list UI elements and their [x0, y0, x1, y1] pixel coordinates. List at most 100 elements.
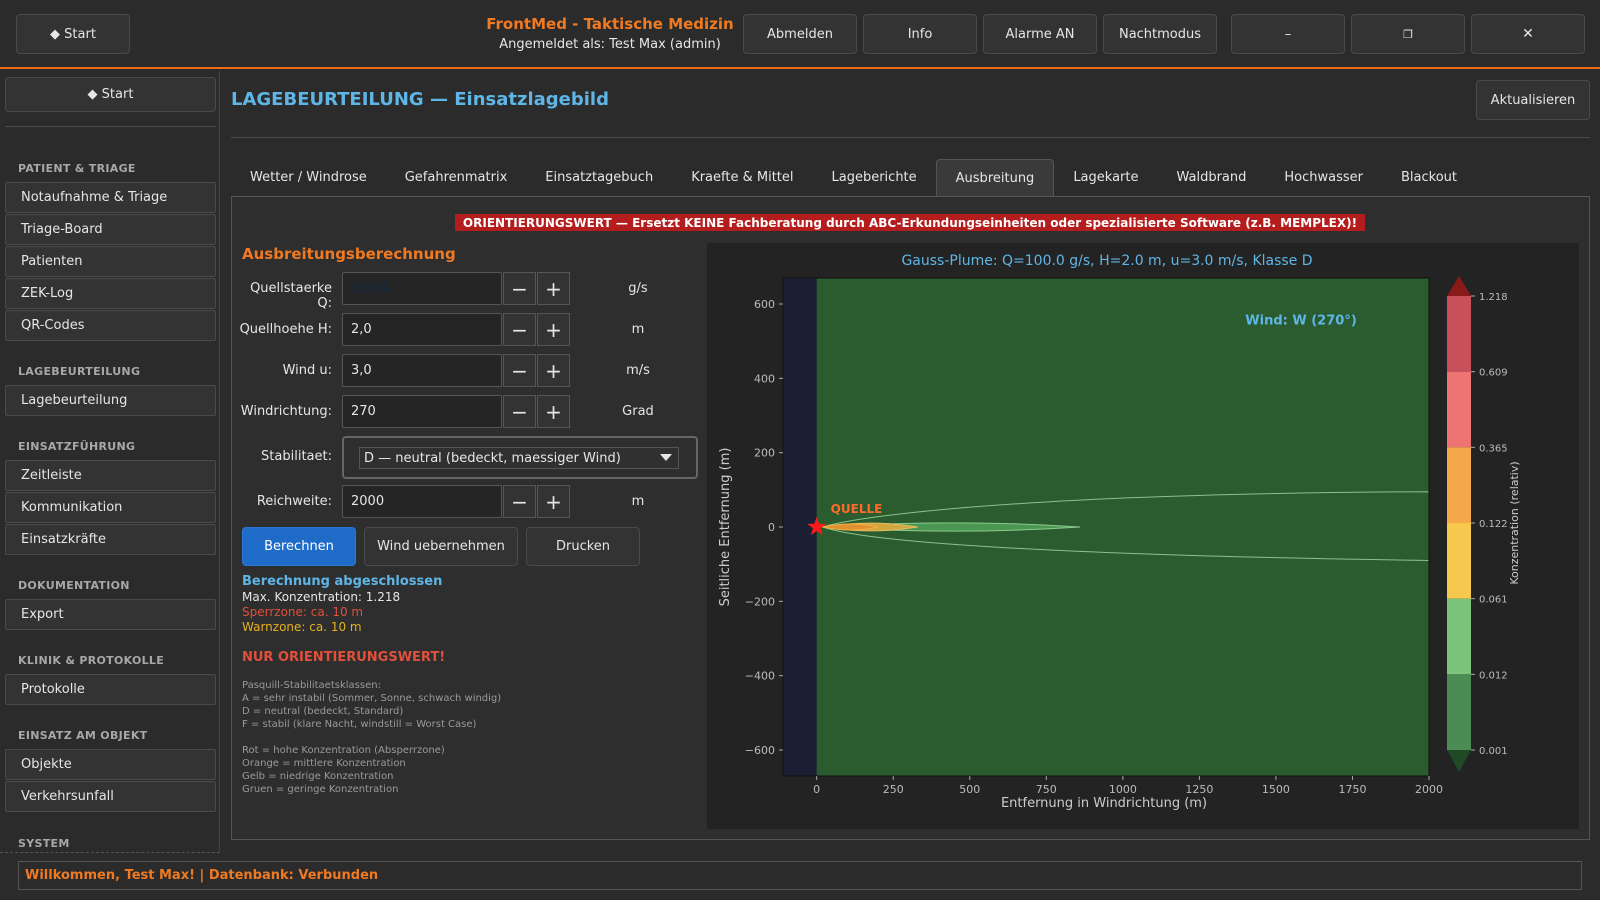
sidebar-item-patienten[interactable]: Patienten [5, 246, 216, 277]
source-strength-increment[interactable]: + [537, 272, 570, 305]
sidebar-divider [5, 126, 216, 127]
colorbar-bottom-arrow [1447, 750, 1471, 772]
range-unit: m [631, 494, 645, 509]
sidebar-item-zeitleiste[interactable]: Zeitleiste [5, 460, 216, 491]
sidebar-item-verkehrsunfall[interactable]: Verkehrsunfall [5, 781, 216, 812]
wind-speed-increment[interactable]: + [537, 354, 570, 387]
wind-direction-decrement[interactable]: − [503, 395, 536, 428]
calc-heading: Ausbreitungsberechnung [242, 245, 456, 263]
sidebar-item-einsatzkraefte[interactable]: Einsatzkräfte [5, 524, 216, 555]
y-tick-label: 600 [754, 298, 775, 311]
tab-waldbrand[interactable]: Waldbrand [1157, 159, 1265, 197]
sidebar-section-system: SYSTEM [18, 837, 70, 850]
tab-wetter[interactable]: Wetter / Windrose [231, 159, 386, 197]
source-strength-label: Quellstaerke Q: [250, 281, 332, 311]
night-mode-button[interactable]: Nachtmodus [1103, 14, 1217, 54]
tab-blackout[interactable]: Blackout [1382, 159, 1476, 197]
sidebar-section-klinik-protokolle: KLINIK & PROTOKOLLE [18, 654, 165, 667]
range-label: Reichweite: [256, 494, 332, 509]
sidebar-section-dokumentation: DOKUMENTATION [18, 579, 130, 592]
wind-speed-decrement[interactable]: − [503, 354, 536, 387]
sidebar-start-button[interactable]: ◆ Start [5, 77, 216, 112]
legend-line: Rot = hohe Konzentration (Absperrzone) [242, 745, 445, 756]
legend-line: Orange = mittlere Konzentration [242, 758, 406, 769]
range-input[interactable] [342, 485, 502, 518]
stability-select-value[interactable]: D — neutral (bedeckt, maessiger Wind) [359, 447, 679, 469]
wind-label: Wind: W (270°) [1245, 313, 1356, 328]
sidebar-item-lagebeurteilung[interactable]: Lagebeurteilung [5, 385, 216, 416]
x-tick-label: 1750 [1338, 783, 1366, 796]
tab-hochwasser[interactable]: Hochwasser [1265, 159, 1382, 197]
sidebar-item-triage-board[interactable]: Triage-Board [5, 214, 216, 245]
calculate-button[interactable]: Berechnen [242, 527, 356, 566]
y-tick-label: −400 [745, 670, 775, 683]
tab-lageberichte[interactable]: Lageberichte [813, 159, 936, 197]
source-height-input[interactable] [342, 313, 502, 346]
close-button[interactable]: ✕ [1471, 14, 1585, 54]
warning-banner: ORIENTIERUNGSWERT — Ersetzt KEINE Fachbe… [455, 214, 1365, 231]
tab-kraefte-mittel[interactable]: Kraefte & Mittel [672, 159, 812, 197]
source-strength-unit: g/s [628, 281, 648, 296]
source-strength-input[interactable] [342, 272, 502, 305]
legend-line: Pasquill-Stabilitaetsklassen: [242, 680, 381, 691]
top-start-button[interactable]: ◆ Start [16, 14, 130, 54]
colorbar-label: Konzentration (relativ) [1508, 461, 1521, 584]
result-warning-zone: Warnzone: ca. 10 m [242, 620, 362, 634]
x-tick-label: 250 [883, 783, 904, 796]
colorbar-tick-label: 0.061 [1479, 595, 1508, 606]
sidebar-item-notaufnahme[interactable]: Notaufnahme & Triage [5, 182, 216, 213]
info-button[interactable]: Info [863, 14, 977, 54]
y-tick-label: −200 [745, 595, 775, 608]
top-bar: ◆ Start FrontMed - Taktische Medizin Ang… [0, 0, 1600, 69]
legend-line: Gelb = niedrige Konzentration [242, 771, 394, 782]
wind-speed-input[interactable] [342, 354, 502, 387]
logout-button[interactable]: Abmelden [743, 14, 857, 54]
chevron-down-icon[interactable] [660, 454, 672, 461]
sidebar-item-objekte[interactable]: Objekte [5, 749, 216, 780]
colorbar-tick-label: 0.609 [1479, 368, 1508, 379]
sidebar-section-lagebeurteilung: LAGEBEURTEILUNG [18, 365, 141, 378]
source-strength-decrement[interactable]: − [503, 272, 536, 305]
wind-direction-input[interactable] [342, 395, 502, 428]
minimize-button[interactable]: – [1231, 14, 1345, 54]
tab-gefahrenmatrix[interactable]: Gefahrenmatrix [386, 159, 527, 197]
tab-ausbreitung[interactable]: Ausbreitung [935, 159, 1055, 197]
sidebar-section-einsatzfuehrung: EINSATZFÜHRUNG [18, 440, 136, 453]
range-decrement[interactable]: − [503, 485, 536, 518]
x-tick-label: 750 [1036, 783, 1057, 796]
legend-line: D = neutral (bedeckt, Standard) [242, 706, 404, 717]
tab-einsatztagebuch[interactable]: Einsatztagebuch [526, 159, 672, 197]
print-button[interactable]: Drucken [526, 527, 640, 566]
colorbar-segment [1447, 296, 1471, 372]
source-height-increment[interactable]: + [537, 313, 570, 346]
x-tick-label: 500 [959, 783, 980, 796]
title-divider [231, 137, 1590, 138]
range-increment[interactable]: + [537, 485, 570, 518]
sidebar-item-export[interactable]: Export [5, 599, 216, 630]
refresh-button[interactable]: Aktualisieren [1476, 80, 1590, 120]
sidebar-item-qr-codes[interactable]: QR-Codes [5, 310, 216, 341]
colorbar-segment [1447, 598, 1471, 675]
x-tick-label: 1250 [1185, 783, 1213, 796]
y-tick-label: −600 [745, 744, 775, 757]
sidebar-item-zek-log[interactable]: ZEK-Log [5, 278, 216, 309]
stability-select[interactable]: D — neutral (bedeckt, maessiger Wind) [342, 436, 698, 479]
colorbar-segment [1447, 371, 1471, 448]
colorbar-tick-label: 0.012 [1479, 670, 1508, 681]
source-height-label: Quellhoehe H: [239, 322, 332, 337]
x-tick-label: 1500 [1262, 783, 1290, 796]
colorbar-tick-label: 1.218 [1479, 292, 1508, 303]
alarms-toggle-button[interactable]: Alarme AN [983, 14, 1097, 54]
maximize-button[interactable]: ❐ [1351, 14, 1465, 54]
stability-label: Stabilitaet: [261, 449, 332, 464]
plume-chart: Gauss-Plume: Q=100.0 g/s, H=2.0 m, u=3.0… [707, 243, 1579, 829]
tab-lagekarte[interactable]: Lagekarte [1054, 159, 1157, 197]
sidebar-item-protokolle[interactable]: Protokolle [5, 674, 216, 705]
adopt-wind-button[interactable]: Wind uebernehmen [364, 527, 518, 566]
colorbar-tick-label: 0.122 [1479, 519, 1508, 530]
sidebar-item-kommunikation[interactable]: Kommunikation [5, 492, 216, 523]
wind-direction-increment[interactable]: + [537, 395, 570, 428]
stability-select-text: D — neutral (bedeckt, maessiger Wind) [364, 450, 621, 466]
source-height-decrement[interactable]: − [503, 313, 536, 346]
result-max-concentration: Max. Konzentration: 1.218 [242, 590, 401, 604]
